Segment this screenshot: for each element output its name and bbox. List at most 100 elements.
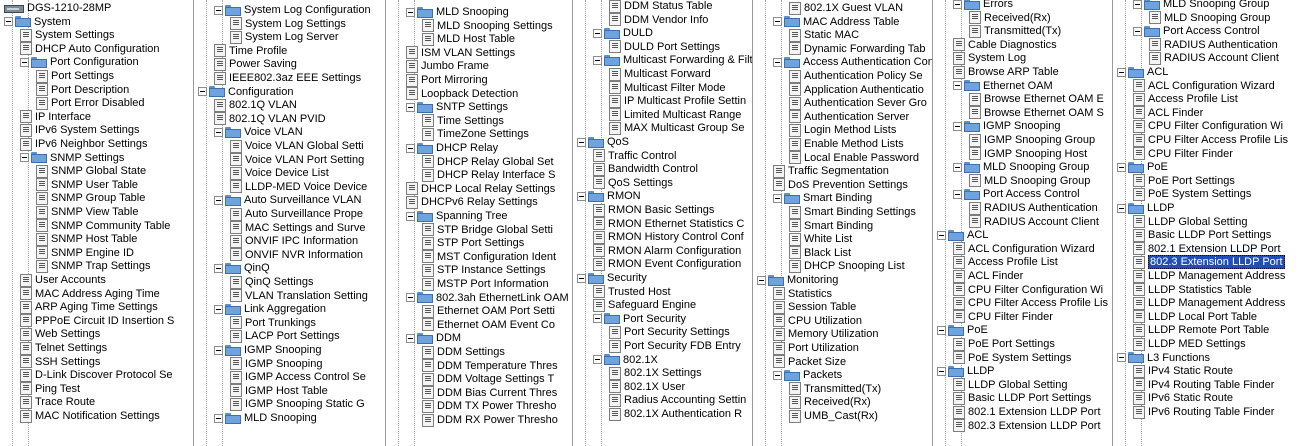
tree-node-label: LLDP Global Setting bbox=[1148, 215, 1248, 228]
page-icon bbox=[1133, 174, 1145, 188]
page-icon bbox=[789, 409, 801, 423]
collapse-toggle-icon[interactable] bbox=[577, 273, 586, 283]
tree-node-label: Browse ARP Table bbox=[968, 66, 1059, 78]
page-icon bbox=[773, 341, 785, 355]
tree-node-label: Smart Binding Settings bbox=[804, 206, 916, 218]
collapse-toggle-icon[interactable] bbox=[20, 153, 29, 163]
tree-node-label: LLDP bbox=[1147, 202, 1175, 214]
collapse-toggle-icon[interactable] bbox=[593, 55, 602, 65]
collapse-toggle-icon[interactable] bbox=[1117, 67, 1126, 77]
collapse-toggle-icon[interactable] bbox=[406, 143, 415, 153]
tree-leaf-node[interactable]: MAX Multicast Group Se bbox=[609, 121, 744, 136]
page-icon bbox=[20, 287, 32, 301]
tree-node-label: PoE Port Settings bbox=[968, 338, 1055, 350]
collapse-toggle-icon[interactable] bbox=[406, 211, 415, 221]
collapse-toggle-icon[interactable] bbox=[1133, 0, 1142, 9]
collapse-toggle-icon[interactable] bbox=[406, 293, 415, 303]
collapse-toggle-icon[interactable] bbox=[937, 366, 946, 376]
collapse-toggle-icon[interactable] bbox=[214, 345, 223, 355]
tree-leaf-node[interactable]: 802.1X Authentication R bbox=[609, 407, 742, 422]
page-icon bbox=[36, 178, 48, 192]
collapse-toggle-icon[interactable] bbox=[214, 304, 223, 314]
tree-node-label: DDM Temperature Thres bbox=[437, 359, 558, 372]
page-icon bbox=[20, 123, 32, 137]
collapse-toggle-icon[interactable] bbox=[953, 121, 962, 131]
page-icon bbox=[953, 283, 965, 297]
collapse-toggle-icon[interactable] bbox=[214, 127, 223, 137]
collapse-toggle-icon[interactable] bbox=[953, 0, 962, 9]
collapse-toggle-icon[interactable] bbox=[198, 87, 207, 97]
tree-node-label: Access Authentication Contr bbox=[803, 56, 933, 69]
tree-node-label: Ethernet OAM Event Co bbox=[437, 318, 555, 331]
tree-node-label: Black List bbox=[804, 246, 852, 259]
tree-node-label: Session Table bbox=[788, 301, 857, 314]
folder-icon bbox=[417, 101, 433, 113]
collapse-toggle-icon[interactable] bbox=[4, 17, 13, 27]
page-icon bbox=[422, 19, 434, 33]
page-icon bbox=[406, 195, 418, 209]
collapse-toggle-icon[interactable] bbox=[214, 5, 223, 15]
collapse-toggle-icon[interactable] bbox=[953, 81, 962, 91]
collapse-toggle-icon[interactable] bbox=[593, 28, 602, 38]
tree-leaf-node[interactable]: 802.3 Extension LLDP Port bbox=[953, 419, 1101, 434]
collapse-toggle-icon[interactable] bbox=[214, 413, 223, 423]
tree-node-label: DHCP Relay bbox=[436, 142, 499, 154]
folder-icon bbox=[588, 190, 604, 202]
tree-node-label: Memory Utilization bbox=[788, 328, 879, 341]
collapse-toggle-icon[interactable] bbox=[577, 137, 586, 147]
tree-folder-node[interactable]: MLD Snooping bbox=[214, 411, 317, 426]
page-icon bbox=[593, 257, 605, 271]
collapse-toggle-icon[interactable] bbox=[937, 230, 946, 240]
collapse-toggle-icon[interactable] bbox=[1117, 162, 1126, 172]
collapse-toggle-icon[interactable] bbox=[406, 7, 415, 17]
page-icon bbox=[593, 149, 605, 163]
collapse-toggle-icon[interactable] bbox=[757, 275, 766, 285]
tree-node-label: QoS bbox=[607, 136, 630, 148]
collapse-toggle-icon[interactable] bbox=[593, 355, 602, 365]
tree-leaf-node[interactable]: DDM RX Power Thresho bbox=[422, 413, 558, 428]
tree-node-label: Port Security FDB Entry bbox=[624, 340, 741, 352]
collapse-toggle-icon[interactable] bbox=[577, 191, 586, 201]
tree-leaf-node[interactable]: UMB_Cast(Rx) bbox=[789, 409, 878, 424]
page-icon bbox=[609, 67, 621, 81]
collapse-toggle-icon[interactable] bbox=[1117, 203, 1126, 213]
tree-node-label: Browse Ethernet OAM S bbox=[984, 106, 1104, 119]
collapse-toggle-icon[interactable] bbox=[773, 17, 782, 27]
tree-node-label: LLDP Remote Port Table bbox=[1148, 324, 1270, 337]
collapse-toggle-icon[interactable] bbox=[953, 162, 962, 172]
tree-leaf-node[interactable]: IPv6 Routing Table Finder bbox=[1133, 405, 1274, 420]
tree-node-label: DDM Vendor Info bbox=[624, 13, 709, 26]
collapse-toggle-icon[interactable] bbox=[773, 193, 782, 203]
collapse-toggle-icon[interactable] bbox=[406, 102, 415, 112]
page-icon bbox=[953, 391, 965, 405]
tree-node-label: Power Saving bbox=[229, 58, 297, 71]
collapse-toggle-icon[interactable] bbox=[773, 57, 782, 67]
collapse-toggle-icon[interactable] bbox=[214, 195, 223, 205]
collapse-toggle-icon[interactable] bbox=[1117, 353, 1126, 363]
page-icon bbox=[593, 230, 605, 244]
folder-icon bbox=[604, 354, 620, 366]
folder-icon bbox=[417, 142, 433, 154]
page-icon bbox=[609, 40, 621, 54]
tree-node-label: Login Method Lists bbox=[804, 124, 897, 137]
collapse-toggle-icon[interactable] bbox=[214, 263, 223, 273]
collapse-toggle-icon[interactable] bbox=[953, 189, 962, 199]
collapse-toggle-icon[interactable] bbox=[406, 333, 415, 343]
page-icon bbox=[773, 327, 785, 341]
tree-leaf-node[interactable]: MAC Notification Settings bbox=[20, 409, 160, 424]
page-icon bbox=[36, 96, 48, 110]
tree-node-label: Statistics bbox=[788, 287, 833, 300]
tree-node-label: MLD Snooping Group bbox=[983, 161, 1090, 174]
collapse-toggle-icon[interactable] bbox=[937, 325, 946, 335]
collapse-toggle-icon[interactable] bbox=[20, 57, 29, 67]
page-icon bbox=[230, 234, 242, 248]
tree-leaf-node[interactable]: RADIUS Account Client bbox=[1149, 51, 1279, 66]
tree-node-label: ACL bbox=[1147, 66, 1169, 78]
collapse-toggle-icon[interactable] bbox=[773, 370, 782, 380]
page-icon bbox=[593, 217, 605, 231]
collapse-toggle-icon[interactable] bbox=[1133, 26, 1142, 36]
collapse-toggle-icon[interactable] bbox=[593, 314, 602, 324]
tree-node-label: Authentication Server bbox=[804, 110, 910, 123]
tree-leaf-node[interactable]: RADIUS Account Client bbox=[969, 215, 1099, 230]
page-icon bbox=[789, 246, 801, 260]
